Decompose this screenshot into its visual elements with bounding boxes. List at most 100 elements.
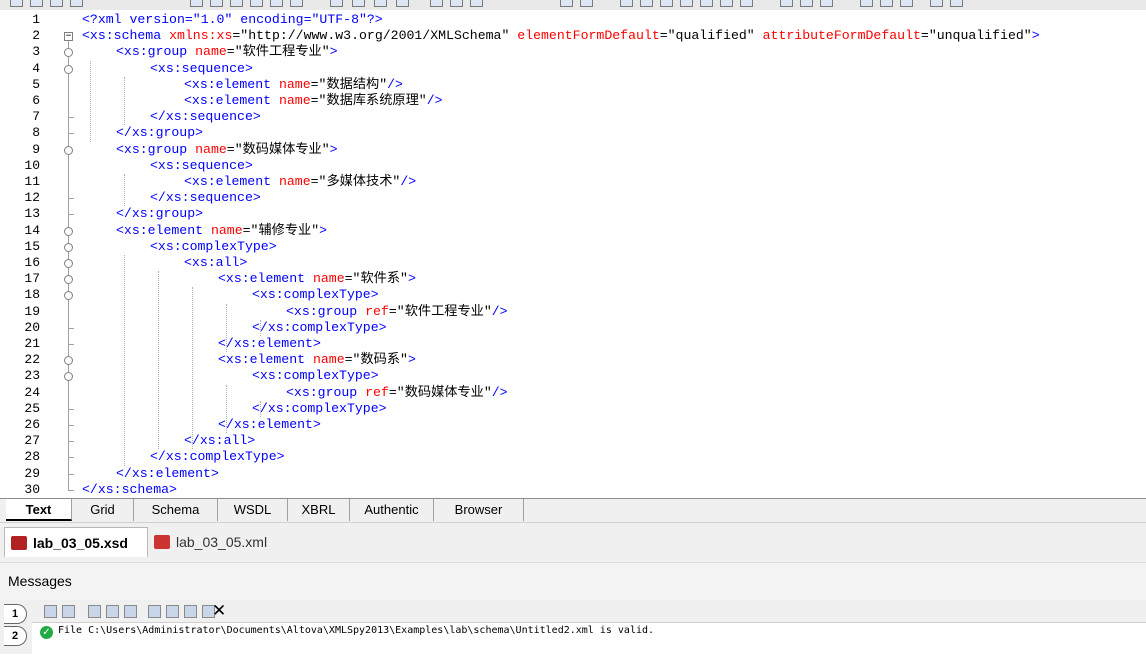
code-line[interactable]: <xs:element name="数据结构"/> [184, 77, 403, 93]
xml-attribute-token: ref [365, 384, 389, 400]
view-tab-text[interactable]: Text [6, 499, 72, 521]
toolbar-button-icon[interactable] [950, 0, 963, 7]
view-tab-browser[interactable]: Browser [434, 499, 524, 521]
xml-value-token: ="qualified" [659, 28, 763, 44]
copy-selection-icon[interactable] [124, 605, 137, 618]
copy-icon[interactable] [88, 605, 101, 618]
view-tab-wsdl[interactable]: WSDL [218, 499, 288, 521]
line-number: 20 [24, 319, 40, 335]
toolbar-button-icon[interactable] [700, 0, 713, 7]
code-line[interactable]: <xs:element name="数据库系统原理"/> [184, 93, 443, 109]
line-number: 11 [24, 174, 40, 189]
code-line[interactable]: </xs:complexType> [252, 401, 387, 417]
line-number: 5 [32, 76, 40, 92]
code-line[interactable]: <xs:element name="辅修专业"> [116, 223, 327, 239]
copy-all-icon[interactable] [106, 605, 119, 618]
code-line[interactable]: </xs:sequence> [150, 190, 261, 206]
toolbar-button-icon[interactable] [640, 0, 653, 7]
toolbar-button-icon[interactable] [620, 0, 633, 7]
toolbar-button-icon[interactable] [70, 0, 83, 7]
code-area[interactable]: <?xml version="1.0" encoding="UTF-8"?> <x… [68, 10, 1146, 498]
code-line[interactable]: </xs:element> [116, 466, 219, 482]
code-line[interactable]: <xs:element name="数码系"> [218, 352, 416, 368]
toolbar-button-icon[interactable] [720, 0, 733, 7]
code-line[interactable]: </xs:complexType> [150, 449, 285, 465]
code-line[interactable]: <xs:group ref="数码媒体专业"/> [286, 385, 508, 401]
toolbar-button-icon[interactable] [190, 0, 203, 7]
next-message-icon[interactable] [44, 605, 57, 618]
find-next-icon[interactable] [166, 605, 179, 618]
code-line[interactable]: <xs:group ref="软件工程专业"/> [286, 304, 508, 320]
toolbar-button-icon[interactable] [680, 0, 693, 7]
main-toolbar [0, 0, 1146, 10]
toolbar-button-icon[interactable] [820, 0, 833, 7]
previous-message-icon[interactable] [62, 605, 75, 618]
code-line[interactable]: </xs:group> [116, 125, 203, 141]
toolbar-button-icon[interactable] [660, 0, 673, 7]
code-line[interactable]: <xs:complexType> [150, 239, 277, 255]
xml-tag-token: > [319, 222, 328, 238]
code-line[interactable]: <xs:element name="软件系"> [218, 271, 416, 287]
text-editor[interactable]: 1 2 3 4 5 6 7 8 9 10 11 12 13 14 15 16 17 18 19 20 21 22 23 24 2… [0, 10, 1146, 498]
toolbar-button-icon[interactable] [860, 0, 873, 7]
toolbar-button-icon[interactable] [780, 0, 793, 7]
toolbar-button-icon[interactable] [230, 0, 243, 7]
code-line[interactable]: <xs:schema xmlns:xs="http://www.w3.org/2… [82, 28, 1040, 44]
toolbar-button-icon[interactable] [930, 0, 943, 7]
toolbar-button-icon[interactable] [560, 0, 573, 7]
toolbar-button-icon[interactable] [290, 0, 303, 7]
view-tab-xbrl[interactable]: XBRL [288, 499, 350, 521]
toolbar-button-icon[interactable] [800, 0, 813, 7]
code-line[interactable]: <xs:sequence> [150, 61, 253, 77]
code-line[interactable]: <?xml version="1.0" encoding="UTF-8"?> [82, 12, 383, 28]
toolbar-button-icon[interactable] [330, 0, 343, 7]
indent-guide [90, 60, 91, 142]
code-line[interactable]: </xs:sequence> [150, 109, 261, 125]
code-line[interactable]: </xs:schema> [82, 482, 177, 498]
view-tab-schema[interactable]: Schema [134, 499, 218, 521]
code-line[interactable]: <xs:group name="数码媒体专业"> [116, 142, 338, 158]
toolbar-button-icon[interactable] [470, 0, 483, 7]
code-line[interactable]: <xs:element name="多媒体技术"/> [184, 174, 416, 190]
document-tab[interactable]: lab_03_05.xsd [4, 527, 148, 557]
clear-messages-icon[interactable]: ✕ [212, 601, 226, 621]
code-line[interactable]: </xs:complexType> [252, 320, 387, 336]
line-number-gutter: 1 2 3 4 5 6 7 8 9 10 11 12 13 14 15 16 17 18 19 20 21 22 23 24 2… [0, 10, 52, 498]
document-tab[interactable]: lab_03_05.xml [148, 527, 282, 557]
toolbar-button-icon[interactable] [374, 0, 387, 7]
validation-message[interactable]: File C:\Users\Administrator\Documents\Al… [58, 625, 654, 636]
code-line[interactable]: <xs:sequence> [150, 158, 253, 174]
code-line[interactable]: </xs:group> [116, 206, 203, 222]
code-line[interactable]: </xs:element> [218, 336, 321, 352]
toolbar-button-icon[interactable] [352, 0, 365, 7]
toolbar-button-icon[interactable] [450, 0, 463, 7]
code-line[interactable]: <xs:group name="软件工程专业"> [116, 44, 338, 60]
messages-side-tab[interactable]: 1 [4, 604, 27, 624]
code-line[interactable]: </xs:element> [218, 417, 321, 433]
toolbar-button-icon[interactable] [430, 0, 443, 7]
toolbar-button-icon[interactable] [580, 0, 593, 7]
toolbar-button-icon[interactable] [10, 0, 23, 7]
view-tab-authentic[interactable]: Authentic [350, 499, 434, 521]
toolbar-button-icon[interactable] [30, 0, 43, 7]
view-tab-grid[interactable]: Grid [72, 499, 134, 521]
find-icon[interactable] [148, 605, 161, 618]
toolbar-button-icon[interactable] [250, 0, 263, 7]
toolbar-button-icon[interactable] [880, 0, 893, 7]
toolbar-button-icon[interactable] [900, 0, 913, 7]
toolbar-button-icon[interactable] [210, 0, 223, 7]
xml-tag-token: <xs:complexType> [252, 287, 379, 303]
messages-side-tab[interactable]: 2 [4, 626, 27, 646]
code-line[interactable]: <xs:complexType> [252, 368, 379, 384]
toolbar-button-icon[interactable] [270, 0, 283, 7]
xml-tag-token: <xs:group [286, 384, 366, 400]
toolbar-button-icon[interactable] [740, 0, 753, 7]
code-line[interactable]: <xs:all> [184, 255, 247, 271]
code-line[interactable]: </xs:all> [184, 433, 255, 449]
xml-tag-token: </xs:complexType> [252, 400, 387, 416]
code-line[interactable]: <xs:complexType> [252, 287, 379, 303]
find-previous-icon[interactable] [184, 605, 197, 618]
toolbar-button-icon[interactable] [50, 0, 63, 7]
toolbar-button-icon[interactable] [396, 0, 409, 7]
xml-tag-token: </xs:element> [218, 336, 321, 351]
